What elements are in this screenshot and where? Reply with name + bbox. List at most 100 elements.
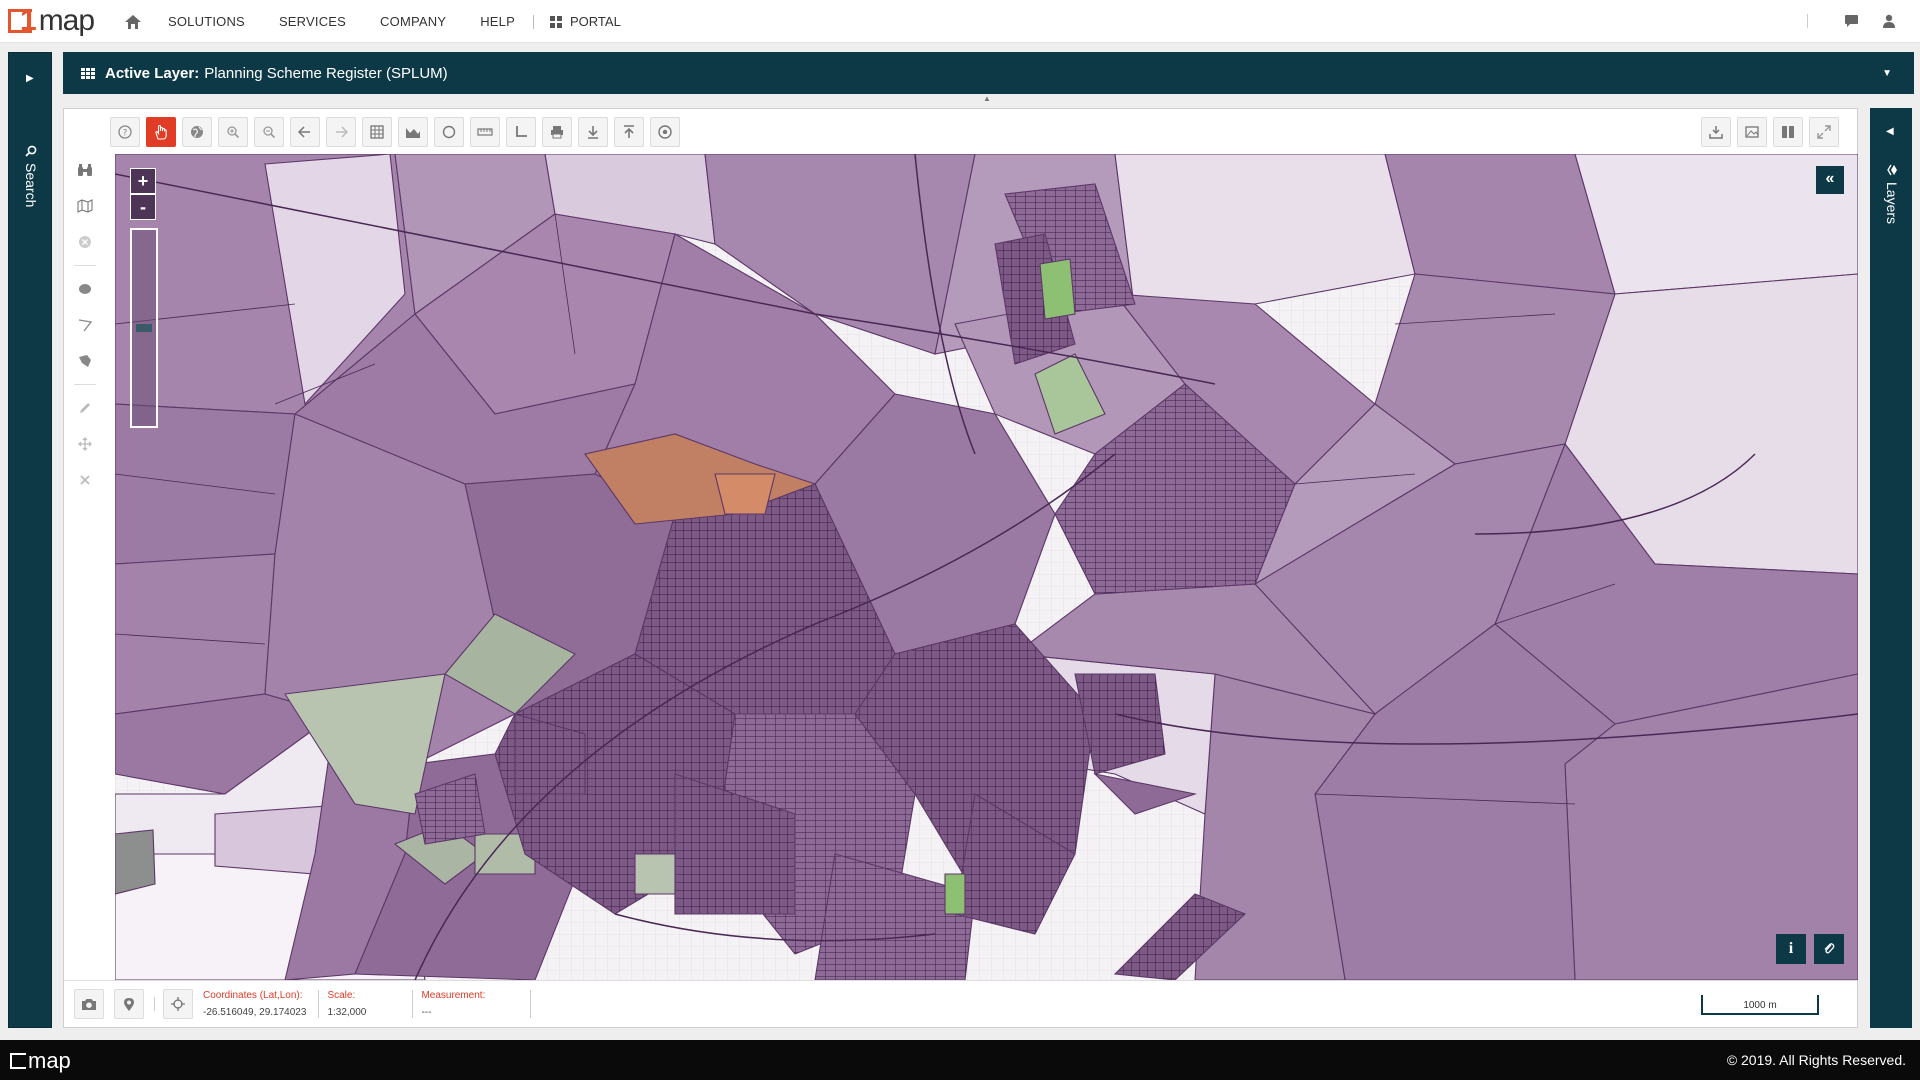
draw-circle-tool[interactable] — [70, 274, 100, 304]
delete-tool[interactable] — [70, 465, 100, 495]
pan-tool-button[interactable] — [146, 117, 176, 147]
expand-left-icon: ◀ — [1886, 126, 1894, 137]
zoom-slider[interactable] — [130, 228, 158, 428]
table-icon — [370, 125, 384, 139]
footer-logo[interactable]: map — [10, 1048, 71, 1074]
map-parcels[interactable] — [115, 154, 1858, 980]
print-button[interactable] — [542, 117, 572, 147]
user-icon[interactable] — [1878, 10, 1900, 32]
grid-icon — [549, 15, 562, 28]
scale-readout: Scale: 1:32,000 — [327, 990, 414, 1018]
map-canvas[interactable]: + - « i — [115, 154, 1858, 980]
svg-text:?: ? — [123, 129, 128, 139]
map-icon — [77, 199, 93, 213]
coordinate-tool-button[interactable] — [506, 117, 536, 147]
polyline-icon — [78, 319, 92, 332]
edit-tool[interactable] — [70, 393, 100, 423]
nav-company[interactable]: COMPANY — [380, 14, 446, 29]
chat-icon[interactable] — [1840, 10, 1862, 32]
export-button[interactable] — [1701, 117, 1731, 147]
zoom-slider-handle[interactable] — [136, 324, 152, 332]
measure-tool-button[interactable] — [470, 117, 500, 147]
nav-portal[interactable]: PORTAL — [549, 14, 621, 29]
collapse-layers-button[interactable]: « — [1816, 166, 1844, 194]
collapse-bar-handle[interactable]: ▲ — [978, 95, 996, 103]
ruler-icon — [477, 128, 493, 136]
download-button[interactable] — [578, 117, 608, 147]
measurement-label: Measurement: — [421, 990, 486, 1001]
help-tool-button[interactable]: ? — [110, 117, 140, 147]
circle-draw-icon — [79, 284, 91, 294]
table-icon — [81, 67, 95, 79]
footer-logo-mark — [10, 1053, 26, 1069]
portal-label: PORTAL — [569, 14, 621, 29]
layers-panel-toggle[interactable]: ◀ Layers — [1870, 108, 1912, 1028]
help-icon: ? — [118, 125, 132, 139]
next-extent-button[interactable] — [326, 117, 356, 147]
top-navigation: 1 map SOLUTIONS SERVICES COMPANY HELP PO… — [0, 0, 1920, 43]
move-tool[interactable] — [70, 429, 100, 459]
chevron-down-icon[interactable]: ▼ — [1882, 68, 1892, 79]
draw-polygon-tool[interactable] — [70, 346, 100, 376]
copyright-text: © 2019. All Rights Reserved. — [1726, 1052, 1906, 1068]
active-layer-bar[interactable]: Active Layer: Planning Scheme Register (… — [63, 52, 1914, 94]
info-button[interactable]: i — [1776, 934, 1806, 964]
nav-help[interactable]: HELP — [480, 14, 515, 29]
zoom-in-control[interactable]: + — [130, 168, 156, 194]
search-icon — [25, 145, 37, 157]
zoom-control: + - — [130, 168, 158, 428]
map-left-toolbar — [68, 155, 102, 501]
home-icon[interactable] — [122, 11, 144, 33]
map-corner-buttons: i — [1768, 934, 1844, 964]
nav-solutions[interactable]: SOLUTIONS — [168, 14, 245, 29]
image-icon — [1745, 126, 1759, 138]
export-icon — [1709, 126, 1723, 139]
layers-panel-label: Layers — [1884, 164, 1900, 224]
my-location-button[interactable] — [163, 989, 193, 1019]
upload-icon — [624, 125, 634, 138]
nav-right-divider — [1807, 14, 1808, 28]
camera-icon — [82, 998, 96, 1010]
scale-bar: 1000 m — [1701, 995, 1819, 1015]
paperclip-icon — [1824, 943, 1835, 954]
zoom-out-button[interactable] — [254, 117, 284, 147]
measurement-value: --- — [421, 1007, 432, 1018]
split-view-button[interactable] — [1773, 117, 1803, 147]
close-circle-icon — [79, 236, 91, 248]
find-tool[interactable] — [70, 155, 100, 185]
elevation-profile-button[interactable] — [398, 117, 428, 147]
fullscreen-button[interactable] — [1809, 117, 1839, 147]
zoom-out-control[interactable]: - — [130, 194, 156, 220]
clear-selection-tool[interactable] — [70, 227, 100, 257]
search-label: Search — [23, 163, 39, 208]
map-frame: ? + - « i Coordinates (Lat,Lon): -26.516… — [63, 108, 1858, 1028]
draw-line-tool[interactable] — [70, 310, 100, 340]
hand-icon — [155, 124, 167, 140]
buffer-tool-button[interactable] — [434, 117, 464, 147]
attribute-table-button[interactable] — [362, 117, 392, 147]
search-panel-toggle[interactable]: ▶ Search — [8, 52, 52, 1028]
locate-pin-button[interactable] — [114, 989, 144, 1019]
screenshot-button[interactable] — [74, 989, 104, 1019]
globe-icon — [191, 126, 203, 138]
full-extent-button[interactable] — [182, 117, 212, 147]
axis-icon — [516, 126, 527, 137]
map-view-tool[interactable] — [70, 191, 100, 221]
settings-button[interactable] — [650, 117, 680, 147]
coordinates-readout: Coordinates (Lat,Lon): -26.516049, 29.17… — [203, 990, 320, 1018]
coordinates-value: -26.516049, 29.174023 — [203, 1007, 307, 1018]
brand-logo[interactable]: 1 map — [8, 4, 95, 38]
basemap-button[interactable] — [1737, 117, 1767, 147]
previous-extent-button[interactable] — [290, 117, 320, 147]
toolbar-divider — [74, 265, 96, 266]
nav-services[interactable]: SERVICES — [279, 14, 346, 29]
zoom-in-button[interactable] — [218, 117, 248, 147]
status-divider — [154, 997, 155, 1011]
upload-button[interactable] — [614, 117, 644, 147]
nav-right-actions — [1807, 10, 1900, 32]
measurement-readout: Measurement: --- — [421, 990, 532, 1018]
circle-icon — [442, 125, 456, 139]
attach-button[interactable] — [1814, 934, 1844, 964]
nav-divider — [532, 14, 534, 29]
map-pin-icon — [124, 997, 134, 1011]
